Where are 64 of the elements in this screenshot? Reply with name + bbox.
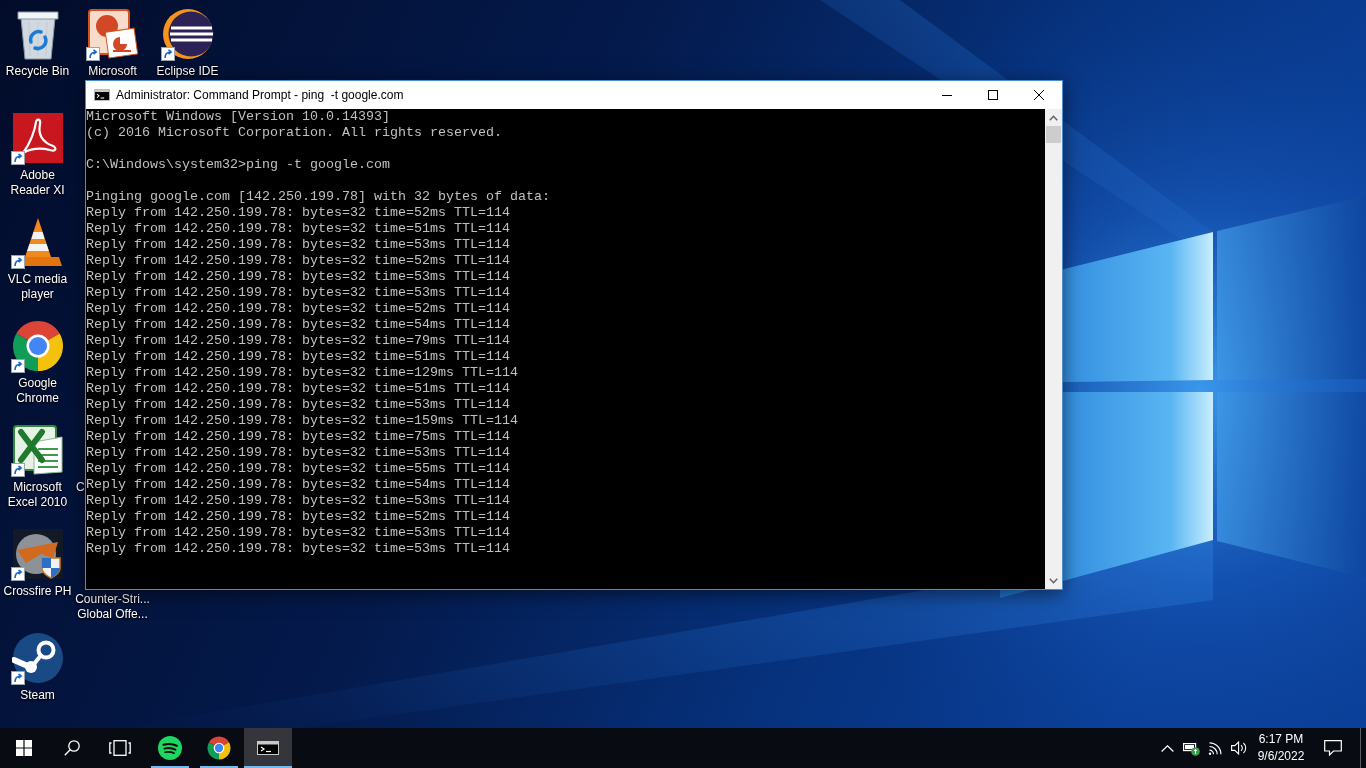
desktop-icon-label[interactable]: Microsoft Excel 2010 xyxy=(1,480,74,510)
console-line: Reply from 142.250.199.78: bytes=32 time=51ms TTL=114 xyxy=(86,221,510,237)
taskbar-app-button[interactable] xyxy=(244,728,292,768)
console-line: Reply from 142.250.199.78: bytes=32 time=52ms TTL=114 xyxy=(86,205,510,221)
steam-icon[interactable] xyxy=(11,632,64,684)
console-line: C:\Windows\system32>ping -t google.com xyxy=(86,157,390,173)
console-line: Reply from 142.250.199.78: bytes=32 time=53ms TTL=114 xyxy=(86,493,510,509)
console-line: Microsoft Windows [Version 10.0.14393] xyxy=(86,109,390,125)
console-line: Reply from 142.250.199.78: bytes=32 time=54ms TTL=114 xyxy=(86,317,510,333)
desktop-icon-label[interactable]: Recycle Bin xyxy=(5,64,70,79)
windows-logo-icon xyxy=(16,740,32,756)
task-view-icon xyxy=(109,740,131,756)
console-line: Reply from 142.250.199.78: bytes=32 time=53ms TTL=114 xyxy=(86,285,510,301)
scrollbar-thumb[interactable] xyxy=(1046,126,1061,143)
spreadsheet-icon[interactable] xyxy=(11,424,64,476)
console-line: Reply from 142.250.199.78: bytes=32 time=54ms TTL=114 xyxy=(86,477,510,493)
desktop-icon-label[interactable]: Adobe Reader XI xyxy=(1,168,74,198)
desktop-icon-label[interactable]: VLC media player xyxy=(1,272,74,302)
console-line: Reply from 142.250.199.78: bytes=32 time=53ms TTL=114 xyxy=(86,397,510,413)
desktop-icon-label[interactable]: Crossfire PH xyxy=(3,584,72,599)
window-title: Administrator: Command Prompt - ping -t google.com xyxy=(116,88,404,102)
chevron-down-icon xyxy=(1049,577,1058,584)
emblem-shield-icon[interactable] xyxy=(11,528,64,580)
pdf-reader-icon[interactable] xyxy=(11,112,64,164)
clock-button[interactable]: 6:17 PM 9/6/2022 xyxy=(1251,728,1311,768)
presentation-icon[interactable] xyxy=(86,8,139,60)
console-line: Reply from 142.250.199.78: bytes=32 time=159ms TTL=114 xyxy=(86,413,518,429)
console-line: Reply from 142.250.199.78: bytes=32 time=53ms TTL=114 xyxy=(86,237,510,253)
console-line: Reply from 142.250.199.78: bytes=32 time=53ms TTL=114 xyxy=(86,541,510,557)
console-line: Reply from 142.250.199.78: bytes=32 time=52ms TTL=114 xyxy=(86,301,510,317)
search-icon xyxy=(64,740,80,756)
desktop-icon-label[interactable]: Microsoft xyxy=(88,64,137,79)
eclipse-icon[interactable] xyxy=(161,8,214,60)
console-line: Reply from 142.250.199.78: bytes=32 time=51ms TTL=114 xyxy=(86,381,510,397)
chrome-icon[interactable] xyxy=(11,320,64,372)
console-line: Reply from 142.250.199.78: bytes=32 time=53ms TTL=114 xyxy=(86,445,510,461)
speech-bubble-icon xyxy=(1324,740,1342,756)
desktop-icon-label[interactable]: C xyxy=(76,480,85,495)
console-line: (c) 2016 Microsoft Corporation. All rights reserved. xyxy=(86,125,502,141)
desktop-icon-label[interactable]: Counter-Stri... Global Offe... xyxy=(73,592,152,622)
desktop-icon-label[interactable]: Steam xyxy=(20,688,55,703)
console-line: Reply from 142.250.199.78: bytes=32 time=53ms TTL=114 xyxy=(86,269,510,285)
chrome-icon xyxy=(207,736,231,760)
chevron-up-icon xyxy=(1160,744,1174,752)
speaker-icon xyxy=(1230,741,1248,755)
battery-charging-icon xyxy=(1182,740,1200,756)
console-line: Reply from 142.250.199.78: bytes=32 time=129ms TTL=114 xyxy=(86,365,518,381)
console-line: Reply from 142.250.199.78: bytes=32 time=52ms TTL=114 xyxy=(86,253,510,269)
desktop-icon-label[interactable]: Eclipse IDE xyxy=(156,64,219,79)
wifi-icon xyxy=(1208,741,1222,755)
terminal-icon xyxy=(257,741,279,755)
terminal-icon xyxy=(94,89,110,101)
console-line: Reply from 142.250.199.78: bytes=32 time=75ms TTL=114 xyxy=(86,429,510,445)
console-line: Reply from 142.250.199.78: bytes=32 time=52ms TTL=114 xyxy=(86,509,510,525)
console-line: Pinging google.com [142.250.199.78] with 32 bytes of data: xyxy=(86,189,550,205)
chevron-up-icon xyxy=(1049,114,1058,121)
maximize-icon xyxy=(988,90,998,100)
console-line: Reply from 142.250.199.78: bytes=32 time=51ms TTL=114 xyxy=(86,349,510,365)
console-line: Reply from 142.250.199.78: bytes=32 time=53ms TTL=114 xyxy=(86,525,510,541)
waves-logo-icon xyxy=(158,736,182,760)
console-line: Reply from 142.250.199.78: bytes=32 time=79ms TTL=114 xyxy=(86,333,510,349)
console-line: Reply from 142.250.199.78: bytes=32 time=55ms TTL=114 xyxy=(86,461,510,477)
desktop-icon-label[interactable]: Google Chrome xyxy=(1,376,74,406)
close-icon xyxy=(1034,90,1044,100)
